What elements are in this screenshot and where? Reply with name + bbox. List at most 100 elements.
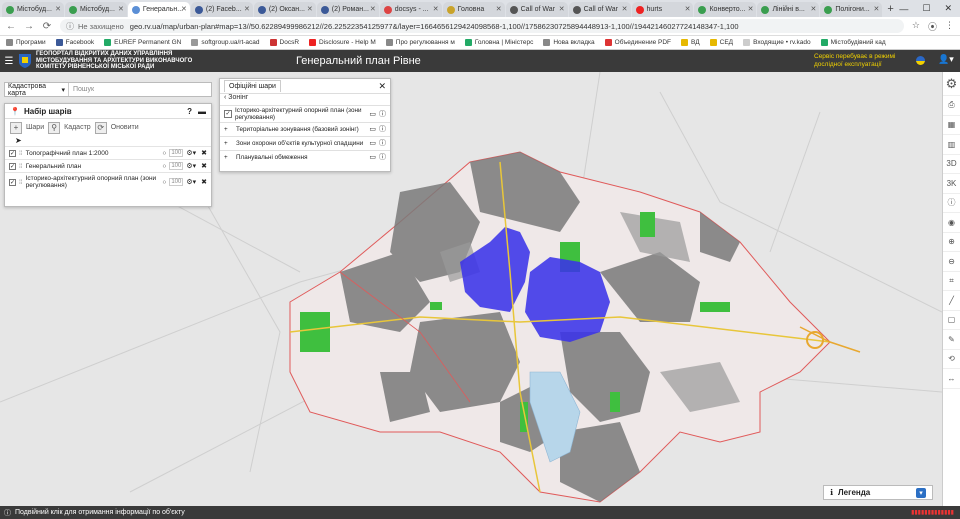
ukraine-flag-icon[interactable]	[916, 56, 925, 65]
bookmark-item[interactable]: Про регулювання м	[385, 39, 455, 46]
browser-tab[interactable]: Полігони... ✕	[820, 2, 883, 17]
book-icon[interactable]: ▭	[369, 154, 376, 161]
sync-icon[interactable]: ⟲	[943, 350, 960, 369]
bookmark-item[interactable]: Містобудівний кад	[820, 39, 886, 46]
extension-icon[interactable]: ⦿	[928, 20, 937, 33]
close-tab-icon[interactable]: ✕	[433, 5, 439, 13]
bookmark-item[interactable]: Нова вкладка	[543, 39, 595, 46]
official-layer-checkbox[interactable]: ✓	[224, 110, 232, 118]
opacity-input[interactable]: 100	[169, 178, 184, 186]
user-icon[interactable]: 👤▾	[938, 54, 954, 65]
book-icon[interactable]: ▭	[369, 111, 376, 118]
bookmark-item[interactable]: Disclosure - Help M	[309, 39, 376, 46]
cadastre-button[interactable]: Кадастр	[64, 124, 91, 131]
browser-tab[interactable]: (2) Оксан... ✕	[253, 2, 316, 17]
print-icon[interactable]: ⎙	[943, 96, 960, 116]
close-tab-icon[interactable]: ✕	[811, 5, 817, 13]
compass-icon[interactable]: ◉	[943, 213, 960, 233]
crop-icon[interactable]: ⌗	[943, 272, 960, 291]
width-icon[interactable]: ↔	[943, 369, 960, 389]
3d-icon[interactable]: 3D	[943, 155, 960, 174]
browser-tab[interactable]: hurts ✕	[631, 2, 694, 17]
close-tab-icon[interactable]: ✕	[496, 5, 502, 13]
remove-layer-icon[interactable]: ✖	[201, 178, 207, 186]
frame-icon[interactable]: ▢	[943, 311, 960, 330]
bookmark-item[interactable]: softgroup.ua/rt-acad	[191, 39, 260, 46]
close-tab-icon[interactable]: ✕	[118, 5, 124, 13]
browser-tab[interactable]: Головна ✕	[442, 2, 505, 17]
remove-layer-icon[interactable]: ✖	[201, 162, 207, 170]
pin-icon[interactable]: ✎	[943, 330, 960, 350]
close-tab-icon[interactable]: ✕	[370, 5, 376, 13]
layer-checkbox[interactable]: ✓	[9, 178, 16, 186]
layers-button[interactable]: Шари	[26, 124, 44, 131]
cadastre-pin-icon[interactable]: ⚲	[48, 121, 61, 134]
zoning-back-link[interactable]: ‹ Зонінг	[220, 94, 390, 105]
browser-tab[interactable]: Call of War ✕	[505, 2, 568, 17]
add-layer-icon[interactable]: +	[224, 126, 233, 133]
close-tab-icon[interactable]: ✕	[55, 5, 61, 13]
layer-settings-icon[interactable]: ⚙▾	[186, 149, 196, 157]
browser-tab[interactable]: Містобуд... ✕	[64, 2, 127, 17]
browser-tab[interactable]: (2) Faceb... ✕	[190, 2, 253, 17]
close-tab-icon[interactable]: ✕	[244, 5, 250, 13]
official-layer-row[interactable]: + Планувальні обмеження ▭ ⓘ	[220, 150, 390, 164]
browser-tab[interactable]: Конверто... ✕	[694, 2, 757, 17]
remove-layer-icon[interactable]: ✖	[201, 149, 207, 157]
forward-icon[interactable]: →	[24, 21, 34, 32]
layer-row[interactable]: ✓ ⁞⁞ Генеральний план ○ 100 ⚙▾ ✖	[5, 159, 211, 172]
opacity-input[interactable]: 100	[169, 162, 184, 170]
bookmark-item[interactable]: Facebook	[55, 39, 94, 46]
zoom-in-icon[interactable]: ⊕	[943, 233, 960, 252]
minimize-icon[interactable]: —	[899, 4, 908, 14]
collapse-icon[interactable]: ▬	[198, 107, 206, 116]
layer-settings-icon[interactable]: ⚙▾	[186, 178, 196, 186]
info-icon[interactable]: ⓘ	[379, 126, 386, 133]
zoom-out-icon[interactable]: ⊖	[943, 252, 960, 272]
menu-dots-icon[interactable]: ⋮	[945, 20, 954, 33]
new-tab-button[interactable]: +	[887, 3, 899, 15]
drag-handle-icon[interactable]: ⁞⁞	[19, 179, 23, 186]
drag-handle-icon[interactable]: ⁞⁞	[19, 163, 23, 170]
help-button[interactable]: ?	[187, 107, 192, 116]
layer-settings-icon[interactable]: ⚙▾	[186, 162, 196, 170]
layer-checkbox[interactable]: ✓	[9, 149, 16, 157]
bookmark-item[interactable]: ВД	[681, 39, 700, 46]
book-icon[interactable]: ▥	[943, 135, 960, 155]
official-layer-row[interactable]: ✓ Історико-архітектурний опорний план (зо…	[220, 105, 390, 122]
close-tab-icon[interactable]: ✕	[559, 5, 565, 13]
info-icon[interactable]: ⓘ	[379, 140, 386, 147]
official-layer-row[interactable]: + Зони охорони об'єктів культурної спадщи…	[220, 136, 390, 150]
bookmark-item[interactable]: Головна | Міністерс	[464, 39, 533, 46]
info-icon[interactable]: ⓘ	[379, 111, 386, 118]
layer-row[interactable]: ✓ ⁞⁞ Історико-архітектурний опорний план (…	[5, 172, 211, 191]
add-layer-icon[interactable]: +	[10, 121, 22, 134]
refresh-button[interactable]: Оновити	[111, 124, 139, 131]
browser-tab[interactable]: (2) Роман... ✕	[316, 2, 379, 17]
add-layer-icon[interactable]: +	[224, 140, 233, 147]
browser-tab[interactable]: Генеральн... ✕	[127, 2, 190, 17]
search-input[interactable]: Пошук	[69, 86, 211, 93]
back-icon[interactable]: ←	[6, 21, 16, 32]
close-tab-icon[interactable]: ✕	[685, 5, 691, 13]
info-icon[interactable]: ⓘ	[379, 154, 386, 161]
star-icon[interactable]: ☆	[912, 20, 920, 33]
bookmark-item[interactable]: Входящие • rv.kado	[743, 39, 811, 46]
bookmark-item[interactable]: DocsR	[269, 39, 299, 46]
bookmark-item[interactable]: СЕД	[709, 39, 733, 46]
hamburger-menu-icon[interactable]: ☰	[0, 50, 18, 72]
refresh-icon[interactable]: ⟳	[94, 121, 107, 134]
book-icon[interactable]: ▭	[369, 126, 376, 133]
map-type-select[interactable]: Кадастрова карта ▾	[5, 83, 69, 97]
drag-handle-icon[interactable]: ⁞⁞	[19, 150, 23, 157]
browser-tab[interactable]: Call of War ✕	[568, 2, 631, 17]
legend-button[interactable]: ℹ Легенда ▾	[823, 485, 933, 500]
info-icon[interactable]: ⓘ	[943, 194, 960, 213]
bookmark-item[interactable]: Объединение PDF	[604, 39, 671, 46]
ruler-icon[interactable]: ╱	[943, 291, 960, 311]
url-field[interactable]: ⓘ Не захищено geo.rv.ua/map/urban-plan#m…	[60, 19, 904, 33]
close-tab-icon[interactable]: ✕	[873, 5, 879, 13]
close-tab-icon[interactable]: ✕	[181, 5, 187, 13]
chart-icon[interactable]: ▦	[943, 116, 960, 135]
layer-row[interactable]: ✓ ⁞⁞ Топографічний план 1:2000 ○ 100 ⚙▾ ✖	[5, 146, 211, 159]
